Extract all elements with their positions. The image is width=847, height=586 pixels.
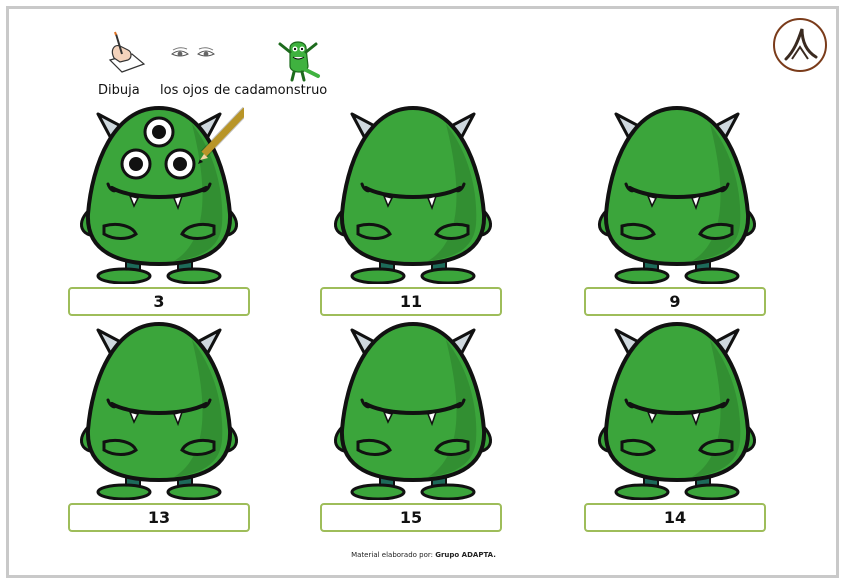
header-word-monster: monstruo [265,83,328,98]
monster-1 [80,105,244,284]
drawing-hand-icon [108,31,146,73]
monster-3 [598,105,756,284]
adapta-logo-icon [773,18,827,72]
footer-author: Grupo ADAPTA. [435,551,496,559]
header-word-draw: Dibuja [98,83,140,98]
answer-box-1[interactable]: 3 [68,287,250,316]
footer-prefix: Material elaborado por: [351,551,433,559]
answer-box-5[interactable]: 15 [320,503,502,532]
answer-box-3[interactable]: 9 [584,287,766,316]
answer-box-6[interactable]: 14 [584,503,766,532]
monster-6 [598,321,756,500]
green-monster-icon [278,41,320,82]
eyes-icon [171,47,215,57]
monster-2 [334,105,492,284]
monster-5 [334,321,492,500]
footer-credit: Material elaborado por: Grupo ADAPTA. [0,551,847,559]
answer-box-2[interactable]: 11 [320,287,502,316]
header-word-eyes: los ojos [160,83,209,98]
header-word-each: de cada [214,83,266,98]
monster-4 [80,321,238,500]
answer-box-4[interactable]: 13 [68,503,250,532]
